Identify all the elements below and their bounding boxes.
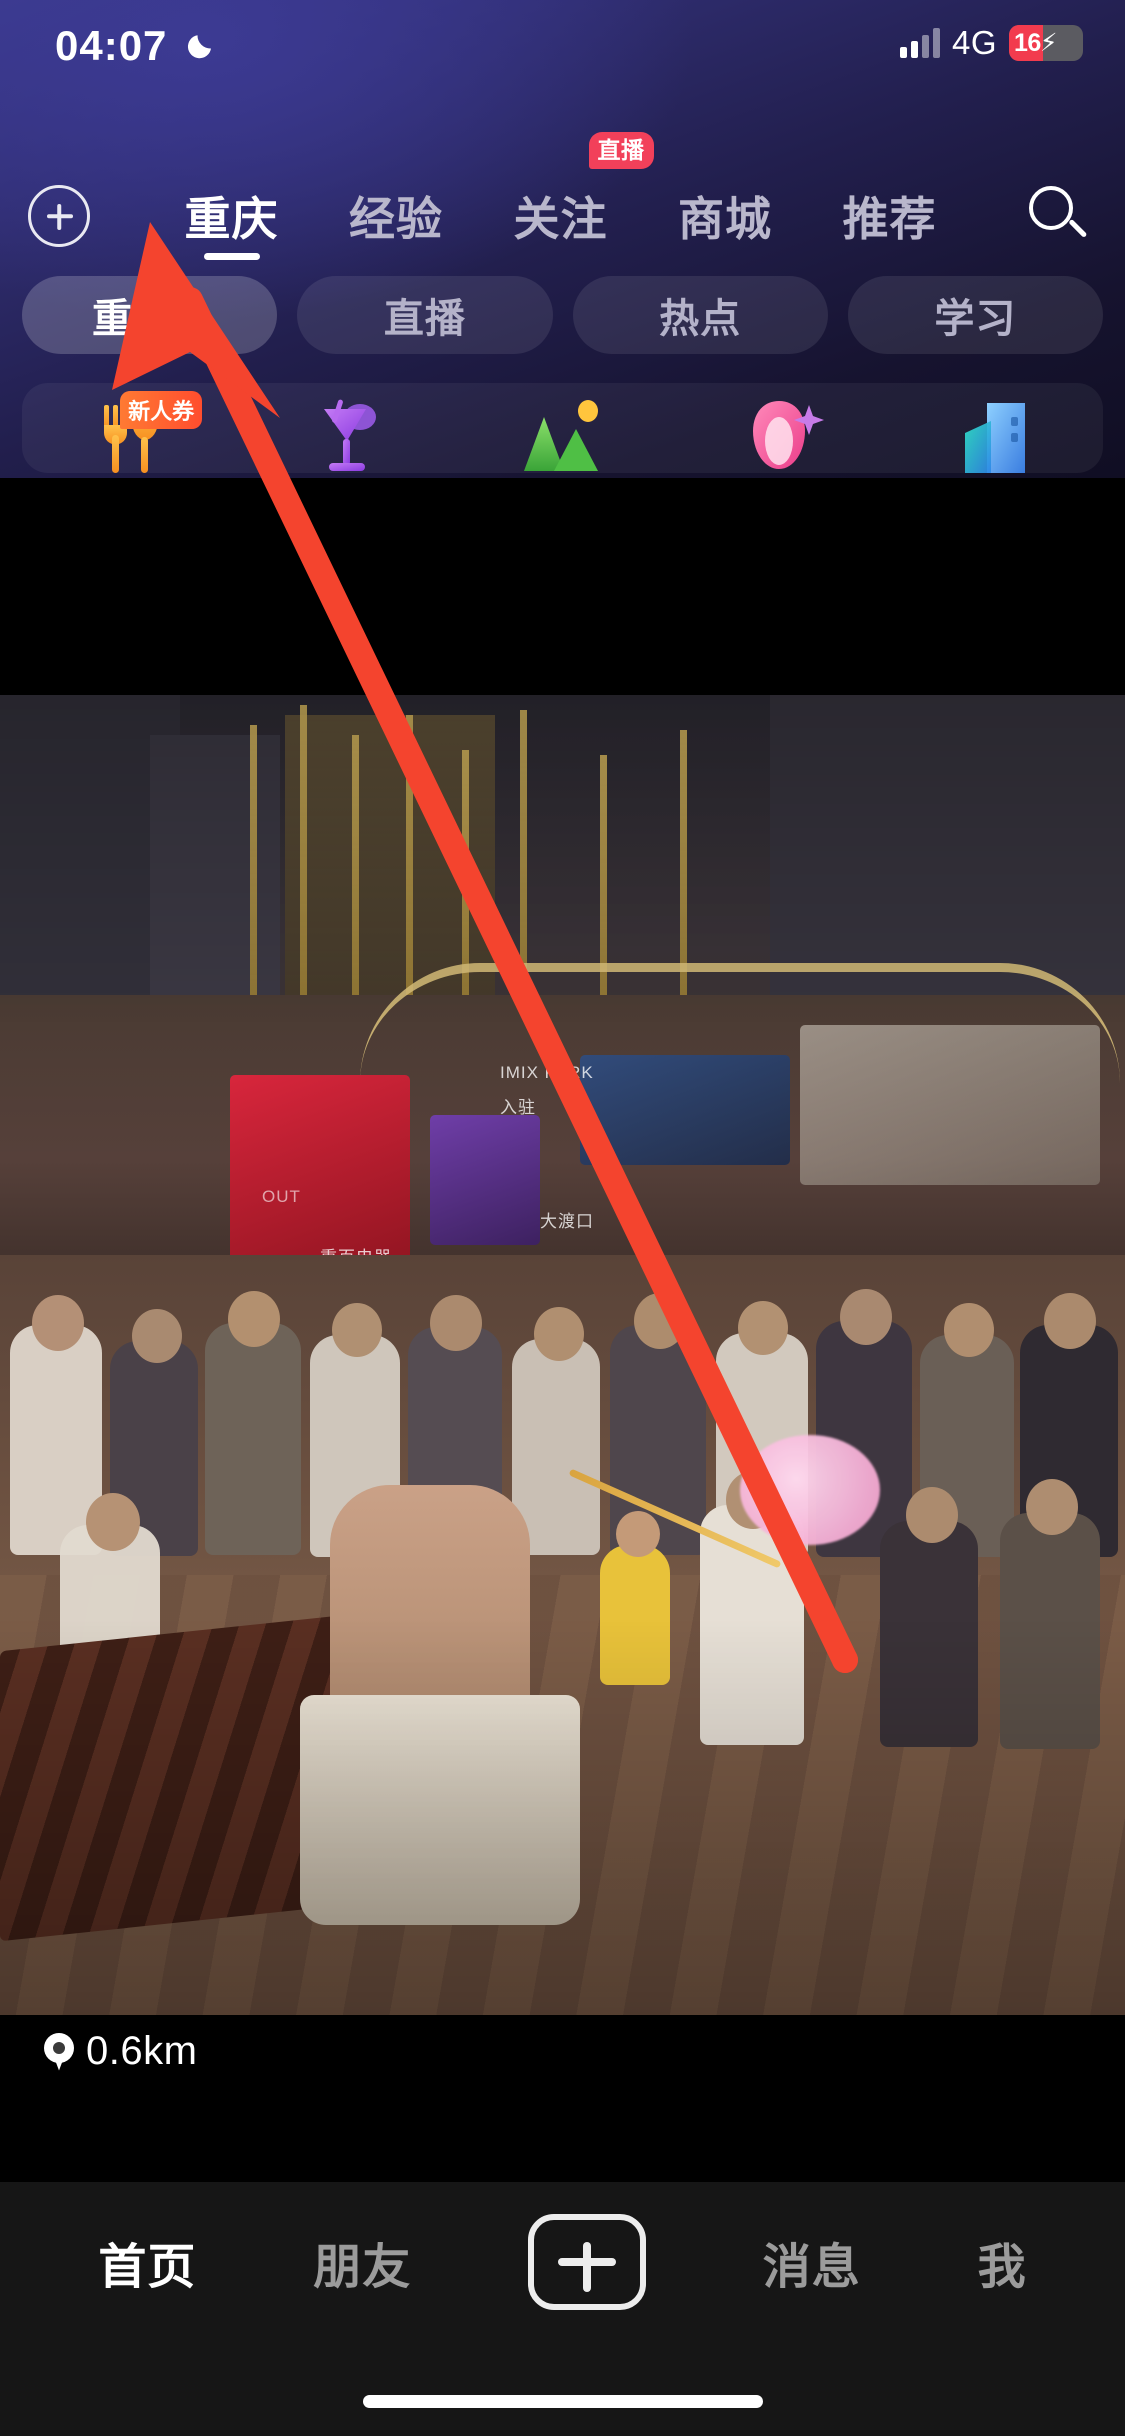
plus-square-icon[interactable] <box>527 2214 646 2310</box>
hotel-building-icon <box>947 395 1043 478</box>
status-bar: 04:07 4G 16 ⚡ <box>0 0 1125 96</box>
tab-label: 推荐 <box>842 193 937 245</box>
moon-icon <box>187 35 211 59</box>
category-card: 新人券 附近美食 <box>22 383 1103 473</box>
video-frame: IMIX PARK 入驻 重百电器 大渡口 OUT <box>0 695 1125 2015</box>
tab-tuijian[interactable]: 推荐 <box>843 166 937 266</box>
swap-arrows-icon: ⇆ <box>182 298 208 332</box>
status-right-cluster: 4G 16 ⚡ <box>899 24 1083 62</box>
category-leisure-entertainment[interactable]: 休闲娱乐 <box>256 395 436 478</box>
letterbox-top <box>0 478 1125 695</box>
lightning-bolt-icon: ⚡ <box>1039 29 1058 57</box>
tab-chongqing[interactable]: 重庆 <box>185 166 279 266</box>
bottom-nav-row: 首页 朋友 消息 我 <box>0 2182 1125 2342</box>
distance-badge[interactable]: 0.6km <box>30 2021 220 2082</box>
chip-xuexi[interactable]: 学习 <box>847 276 1103 354</box>
category-accommodation[interactable]: 住宿 <box>905 395 1085 478</box>
category-badge: 新人券 <box>120 391 203 429</box>
bottom-nav-friends[interactable]: 朋友 <box>313 2227 411 2297</box>
category-nearby-food[interactable]: 新人券 附近美食 <box>40 391 220 478</box>
map-pin-icon <box>44 2032 74 2071</box>
tab-label: 经验 <box>349 193 443 245</box>
distance-label: 0.6km <box>86 2029 198 2073</box>
bottom-nav-home[interactable]: 首页 <box>98 2227 196 2297</box>
mountains-sun-icon <box>514 395 610 478</box>
filter-chip-row: 重庆 ⇆ 直播 热点 学习 <box>0 276 1125 354</box>
tab-jingyan[interactable]: 经验 <box>349 166 443 266</box>
phone-screen: 04:07 4G 16 ⚡ 重庆 经验 关注 直播 商城 推荐 重庆 ⇆ 直播 … <box>0 0 1125 2436</box>
network-type: 4G <box>951 24 997 61</box>
live-badge: 直播 <box>588 132 654 169</box>
tab-label: 重庆 <box>184 193 279 245</box>
category-sightseeing[interactable]: 游玩 <box>472 395 652 478</box>
beauty-sparkle-icon <box>731 395 827 478</box>
status-time: 04:07 <box>55 22 168 69</box>
header-area: 04:07 4G 16 ⚡ 重庆 经验 关注 直播 商城 推荐 重庆 ⇆ 直播 … <box>0 0 1125 478</box>
home-indicator-bar[interactable] <box>362 2395 763 2408</box>
search-icon[interactable] <box>1025 184 1089 248</box>
chip-redian[interactable]: 热点 <box>572 276 828 354</box>
chip-label: 直播 <box>383 297 466 341</box>
top-tab-bar: 重庆 经验 关注 直播 商城 推荐 <box>0 132 1125 266</box>
chip-chongqing[interactable]: 重庆 ⇆ <box>22 276 278 354</box>
tab-list: 重庆 经验 关注 直播 商城 推荐 <box>90 132 1025 266</box>
tab-guanzhu[interactable]: 关注 直播 <box>513 132 654 266</box>
bottom-nav-profile[interactable]: 我 <box>978 2227 1027 2297</box>
tab-label: 关注 <box>513 193 608 245</box>
battery-indicator: 16 ⚡ <box>1009 25 1083 61</box>
category-beauty-hair[interactable]: 丽人/美发 <box>689 395 869 478</box>
category-list: 新人券 附近美食 <box>22 391 1103 478</box>
cocktail-glass-icon <box>298 395 394 478</box>
signal-bars-icon <box>899 28 940 58</box>
tab-active-underline <box>203 253 260 260</box>
bottom-nav-messages[interactable]: 消息 <box>763 2227 861 2297</box>
tab-shangcheng[interactable]: 商城 <box>678 166 772 266</box>
chip-label: 重庆 <box>92 297 175 341</box>
chip-label: 热点 <box>659 297 742 341</box>
chip-label: 学习 <box>934 297 1017 341</box>
video-vignette <box>0 695 1125 2015</box>
video-player[interactable]: IMIX PARK 入驻 重百电器 大渡口 OUT <box>0 478 1125 2182</box>
bottom-navigation-bar: 首页 朋友 消息 我 <box>0 2182 1125 2436</box>
tab-label: 商城 <box>678 193 772 245</box>
chip-zhibo[interactable]: 直播 <box>297 276 553 354</box>
battery-percent: 16 <box>1014 28 1041 57</box>
plus-circle-icon[interactable] <box>28 185 90 247</box>
